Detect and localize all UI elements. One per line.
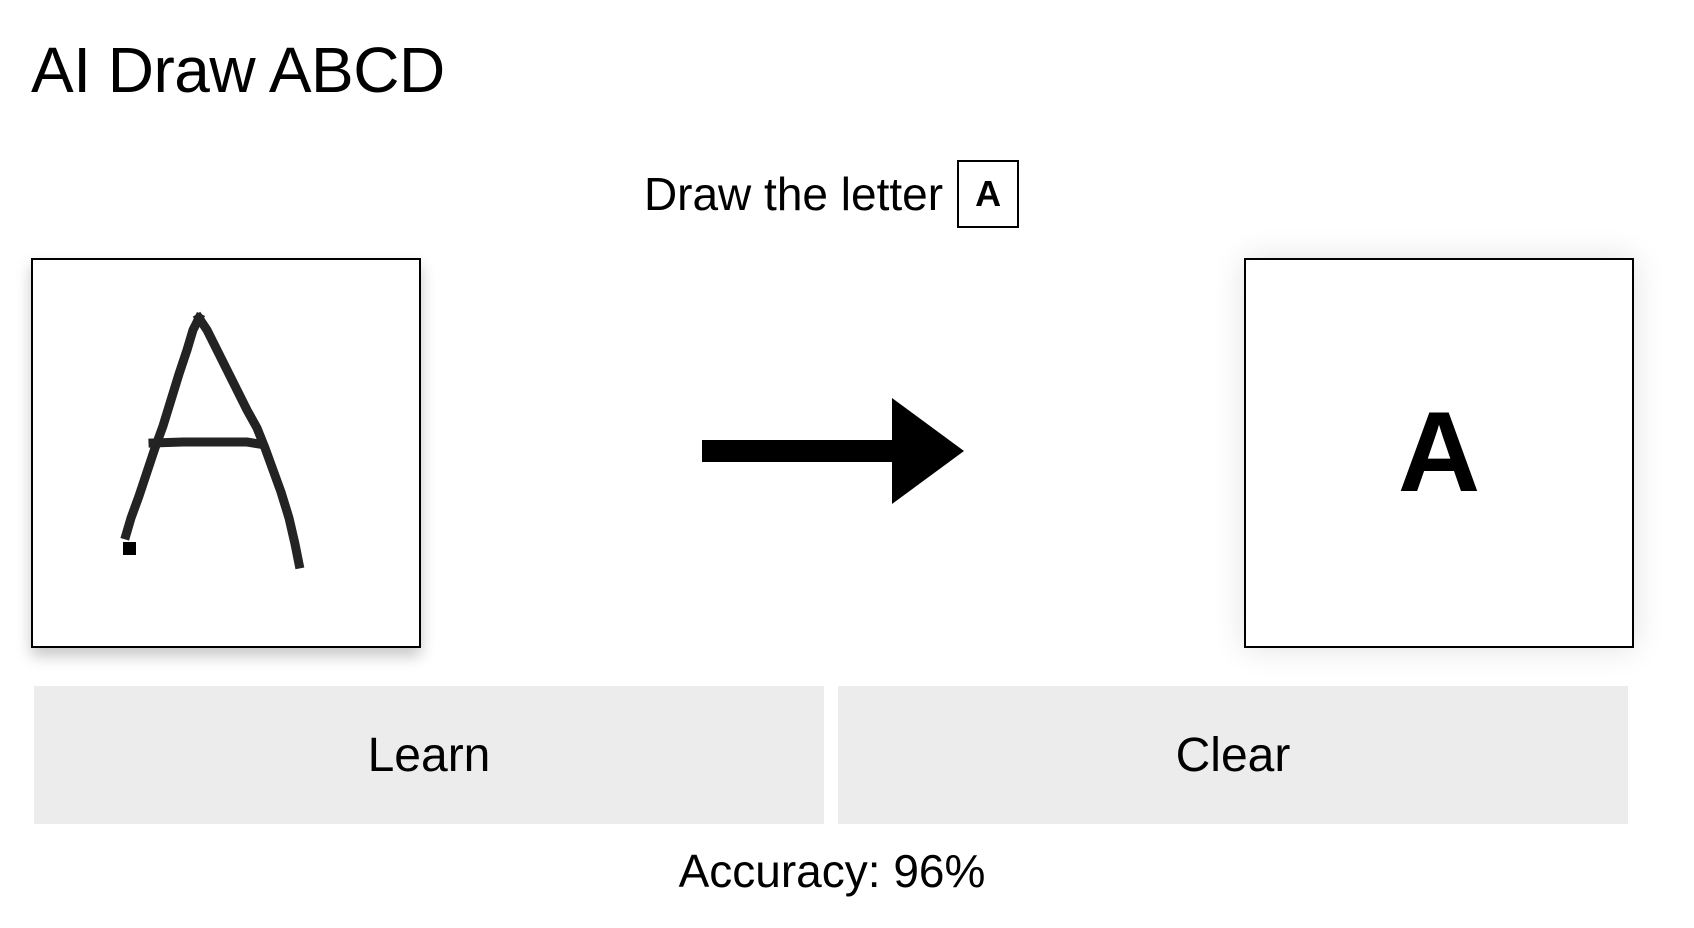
learn-button[interactable]: Learn: [34, 686, 824, 824]
prediction-result-box: A: [1244, 258, 1634, 648]
prompt: Draw the letter A: [643, 160, 1020, 228]
drawing-canvas[interactable]: [31, 258, 421, 648]
prompt-row: Draw the letter A: [0, 160, 1694, 228]
handwritten-letter-drawing: [120, 311, 305, 570]
accuracy-status: Accuracy: 96%: [678, 845, 986, 897]
prompt-label: Draw the letter: [643, 168, 944, 220]
app-page: AI Draw ABCD Draw the letter A A Learn C…: [0, 0, 1694, 928]
predicted-letter: A: [1397, 389, 1481, 516]
right-arrow-icon: [702, 398, 964, 504]
app-title: AI Draw ABCD: [31, 34, 445, 106]
clear-button[interactable]: Clear: [838, 686, 1628, 824]
target-letter-badge: A: [957, 160, 1020, 228]
